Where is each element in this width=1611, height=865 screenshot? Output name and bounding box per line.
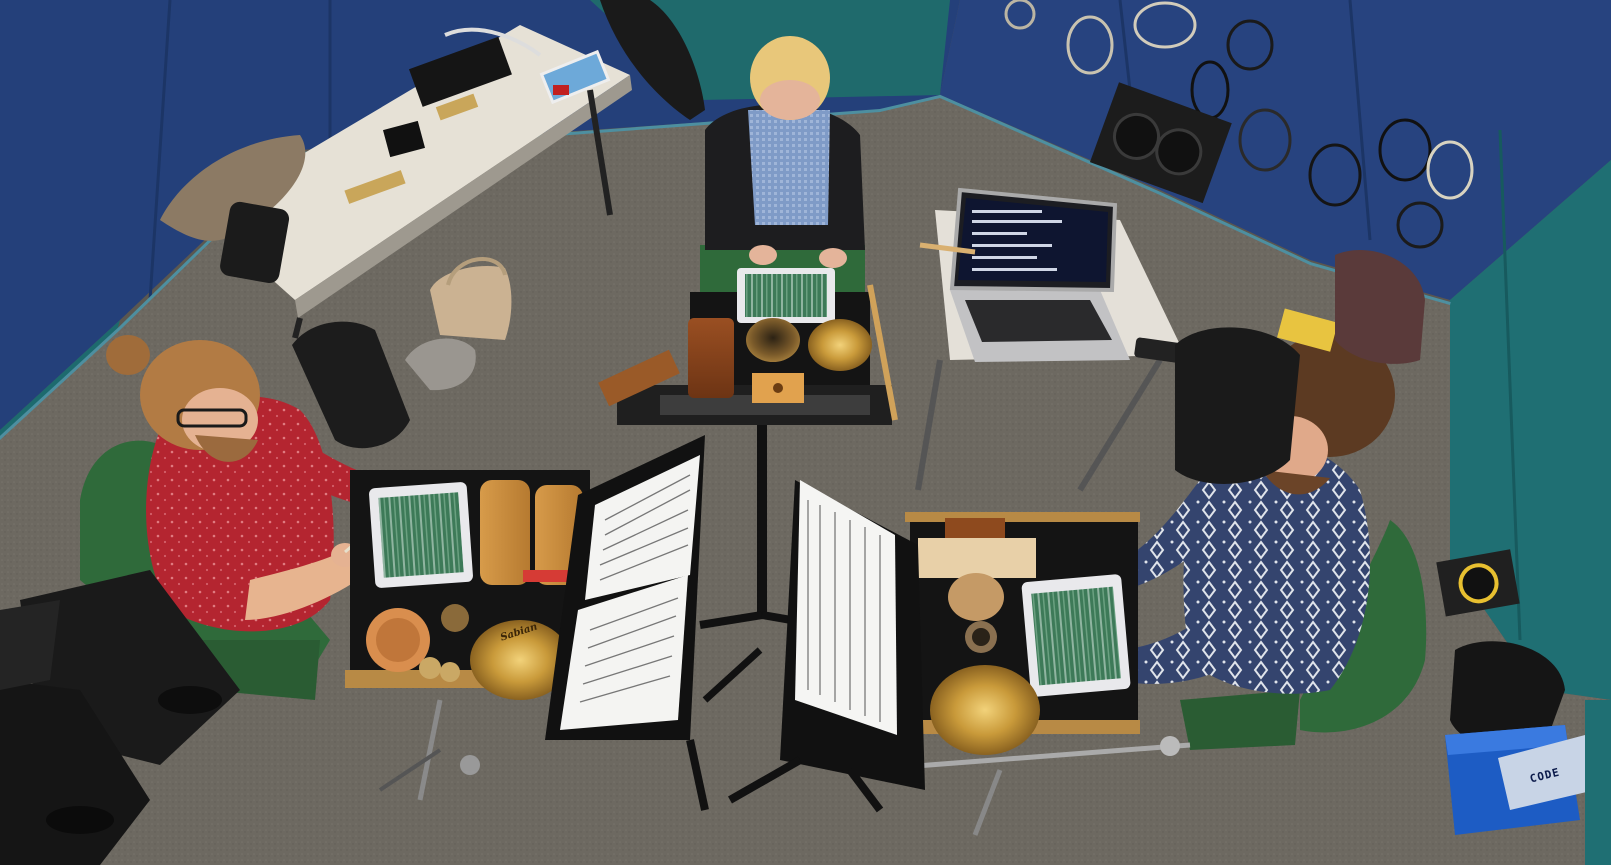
laptop [949, 187, 1130, 362]
studio-photo: CODE Sabian [0, 0, 1611, 865]
black-bag [220, 201, 290, 284]
right-backpack [1175, 327, 1300, 484]
green-wall-panel-edge [1585, 700, 1611, 865]
photo-canvas [0, 0, 1611, 865]
